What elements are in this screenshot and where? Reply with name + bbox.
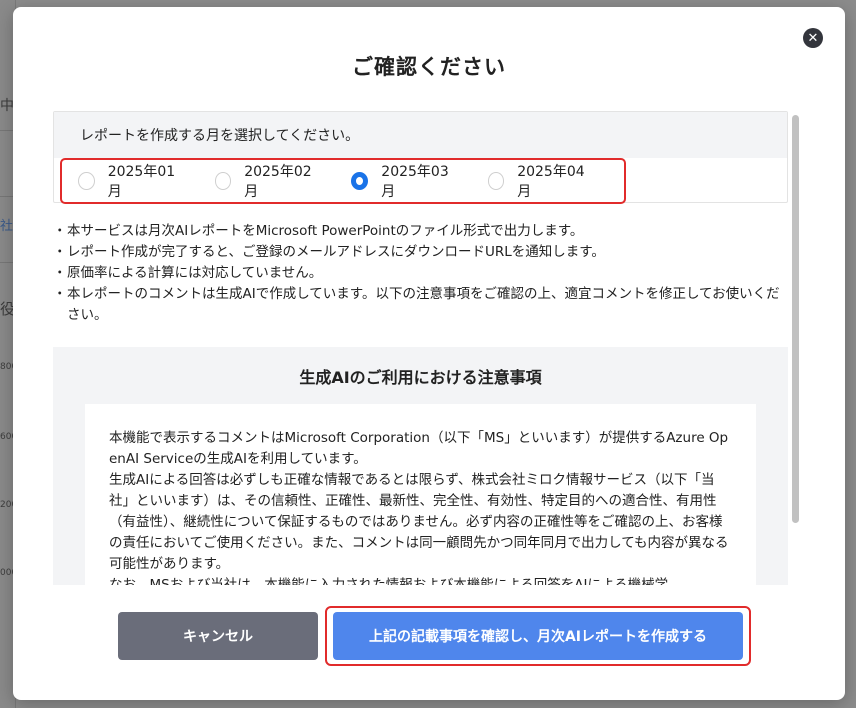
month-option-2025-01[interactable]: 2025年01月	[78, 161, 183, 201]
scrollbar[interactable]	[792, 115, 800, 585]
scrollbar-thumb[interactable]	[792, 115, 799, 523]
bullet: ・	[53, 223, 67, 239]
confirm-dialog: ✕ ご確認ください レポートを作成する月を選択してください。 2025年01月 …	[13, 7, 845, 700]
note-item: ・ 本サービスは月次AIレポートをMicrosoft PowerPointのファ…	[53, 221, 788, 242]
radio-button[interactable]	[214, 172, 232, 190]
background-text: 中	[0, 98, 14, 114]
radio-button[interactable]	[487, 172, 505, 190]
create-button-highlight: 上記の記載事項を確認し、月次AIレポートを作成する	[325, 606, 751, 666]
month-option-label: 2025年04月	[517, 164, 585, 200]
note-text: 原価率による計算には対応していません。	[67, 265, 323, 281]
caution-title: 生成AIのご利用における注意事項	[299, 368, 542, 387]
background-text: 社	[0, 219, 14, 234]
note-item: ・ 本レポートのコメントは生成AIで作成しています。以下の注意事項をご確認の上、…	[53, 284, 788, 326]
dialog-footer: キャンセル 上記の記載事項を確認し、月次AIレポートを作成する	[13, 585, 845, 700]
month-option-2025-03[interactable]: 2025年03月	[351, 161, 456, 201]
caution-paragraph: 本機能で表示するコメントはMicrosoft Corporation（以下「MS…	[109, 430, 729, 467]
month-select-panel: レポートを作成する月を選択してください。 2025年01月 2025年02月 2…	[53, 111, 788, 204]
month-option-label: 2025年03月	[381, 164, 449, 200]
dialog-scroll-content[interactable]: レポートを作成する月を選択してください。 2025年01月 2025年02月 2…	[53, 111, 788, 585]
dialog-title: ご確認ください	[352, 55, 506, 79]
bullet: ・	[53, 265, 67, 281]
radio-button-selected[interactable]	[351, 172, 369, 190]
note-item: ・ レポート作成が完了すると、ご登録のメールアドレスにダウンロードURLを通知し…	[53, 242, 788, 263]
month-option-label: 2025年01月	[107, 164, 176, 200]
note-text: 本レポートのコメントは生成AIで作成しています。以下の注意事項をご確認の上、適宜…	[67, 286, 780, 323]
note-item: ・ 原価率による計算には対応していません。	[53, 263, 788, 284]
caution-paragraph: なお、MSおよび当社は、本機能に入力された情報および本機能による回答をAIによる…	[109, 577, 669, 585]
bullet: ・	[53, 286, 67, 302]
close-icon[interactable]: ✕	[803, 28, 823, 48]
caution-paragraph: 生成AIによる回答は必ずしも正確な情報であるとは限らず、株式会社ミロク情報サービ…	[109, 472, 729, 572]
create-report-button[interactable]: 上記の記載事項を確認し、月次AIレポートを作成する	[333, 612, 743, 660]
month-option-label: 2025年02月	[244, 164, 312, 200]
note-text: レポート作成が完了すると、ご登録のメールアドレスにダウンロードURLを通知します…	[67, 244, 605, 260]
note-text: 本サービスは月次AIレポートをMicrosoft PowerPointのファイル…	[67, 223, 584, 239]
caution-body: 本機能で表示するコメントはMicrosoft Corporation（以下「MS…	[85, 404, 756, 585]
month-option-2025-02[interactable]: 2025年02月	[214, 161, 320, 201]
bullet: ・	[53, 244, 67, 260]
radio-button[interactable]	[78, 172, 95, 190]
month-option-2025-04[interactable]: 2025年04月	[487, 161, 593, 201]
notes-list: ・ 本サービスは月次AIレポートをMicrosoft PowerPointのファ…	[53, 221, 788, 326]
month-select-heading: レポートを作成する月を選択してください。	[54, 112, 787, 158]
month-radio-group: 2025年01月 2025年02月 2025年03月 2025年04月	[60, 158, 626, 204]
cancel-button[interactable]: キャンセル	[118, 612, 318, 660]
ai-caution-panel: 生成AIのご利用における注意事項 本機能で表示するコメントはMicrosoft …	[53, 347, 788, 585]
